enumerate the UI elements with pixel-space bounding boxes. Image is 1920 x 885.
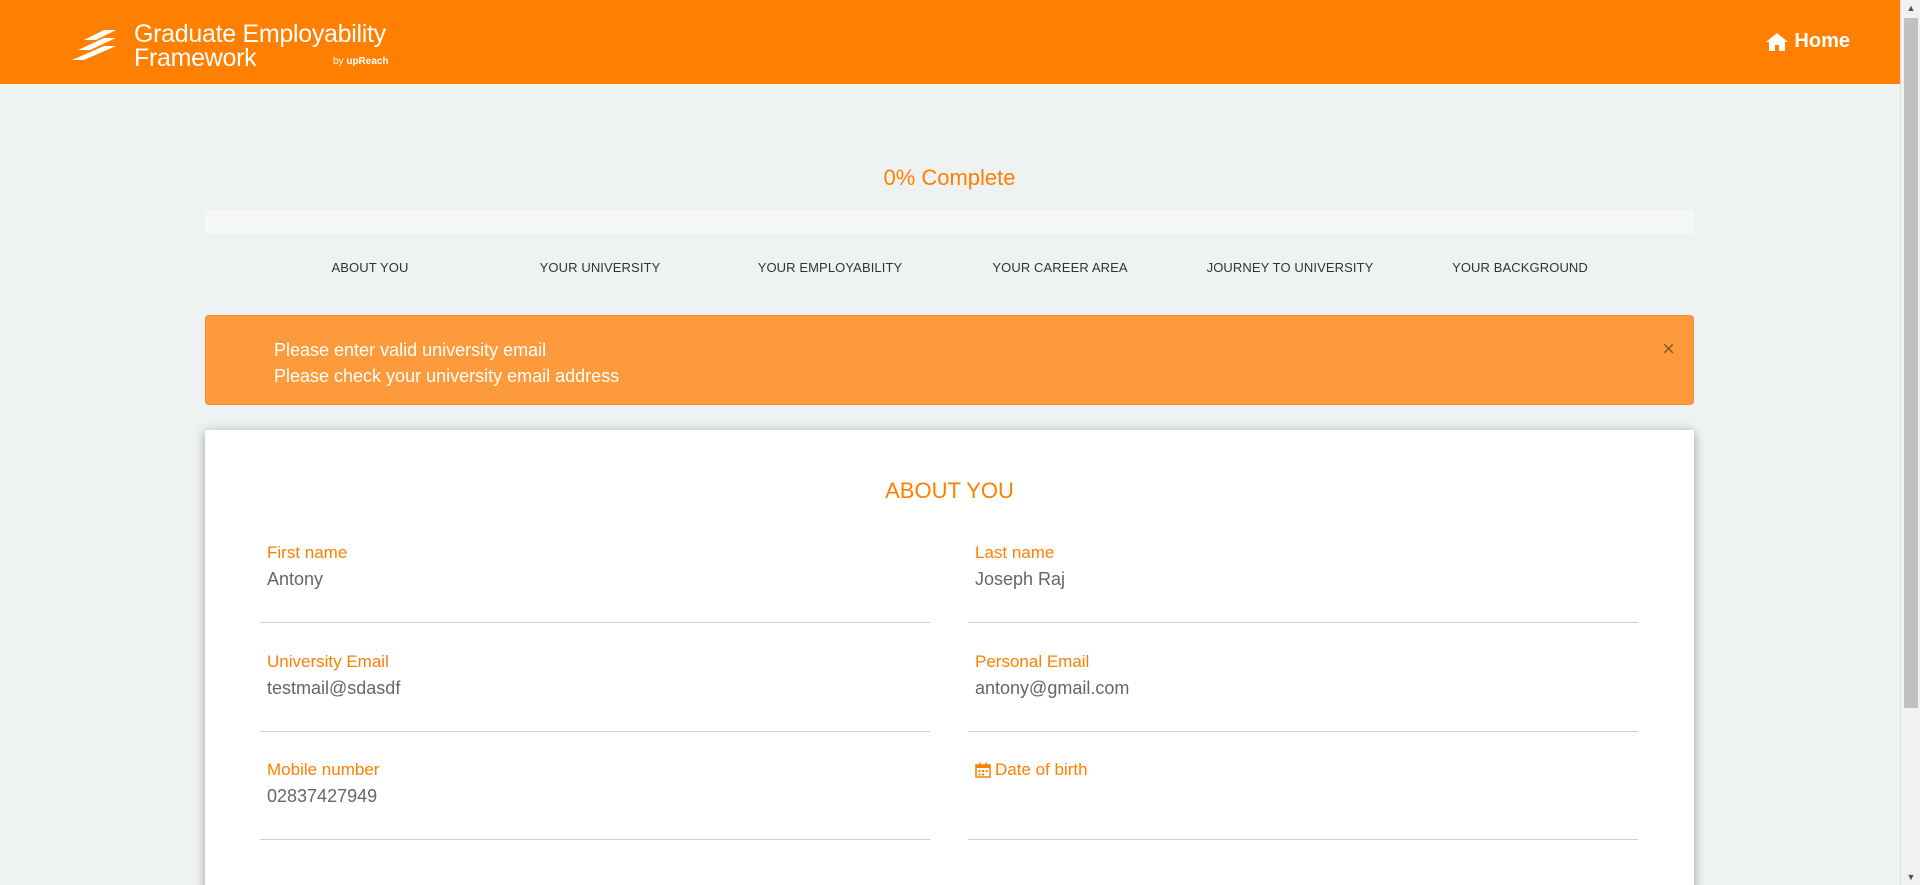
progress-bar — [205, 210, 1694, 234]
step-journey-to-university[interactable]: JOURNEY TO UNIVERSITY — [1175, 260, 1405, 275]
personal-email-field: Personal Email — [968, 652, 1638, 732]
scroll-thumb[interactable] — [1904, 18, 1918, 708]
progress-label: 0% Complete — [883, 165, 1016, 190]
home-link[interactable]: Home — [1766, 30, 1850, 53]
alert-message: Please enter valid university email — [274, 340, 547, 360]
home-link-label: Home — [1794, 30, 1850, 52]
validation-alert: Please enter valid university email Plea… — [205, 315, 1694, 405]
date-of-birth-input[interactable] — [975, 786, 1625, 807]
last-name-input[interactable] — [975, 569, 1625, 590]
alert-message: Please check your university email addre… — [274, 366, 620, 386]
alert-messages: Please enter valid university email Plea… — [274, 337, 619, 389]
step-your-background[interactable]: YOUR BACKGROUND — [1405, 260, 1635, 275]
university-email-input[interactable] — [267, 678, 917, 699]
date-of-birth-label: Date of birth — [995, 760, 1088, 779]
site-logo[interactable]: Graduate Employability Framework by upRe… — [70, 22, 400, 72]
university-email-field: University Email — [260, 652, 930, 732]
page-scrollbar[interactable]: ▲ ▼ — [1900, 0, 1920, 885]
calendar-icon — [975, 762, 991, 778]
scroll-down-arrow-icon[interactable]: ▼ — [1901, 869, 1920, 885]
about-you-form-card: ABOUT YOU First name Last name Universit… — [205, 430, 1694, 885]
top-header: Graduate Employability Framework by upRe… — [0, 0, 1900, 84]
logo-stripes-icon — [72, 30, 116, 60]
first-name-input[interactable] — [267, 569, 917, 590]
step-your-employability[interactable]: YOUR EMPLOYABILITY — [715, 260, 945, 275]
first-name-label: First name — [267, 543, 348, 562]
logo-title-line2: Framework — [134, 44, 257, 72]
step-your-career-area[interactable]: YOUR CAREER AREA — [945, 260, 1175, 275]
logo-byline: by upReach — [333, 56, 389, 67]
step-your-university[interactable]: YOUR UNIVERSITY — [485, 260, 715, 275]
last-name-label: Last name — [975, 543, 1055, 562]
logo-title-line1: Graduate Employability — [134, 20, 386, 48]
close-icon[interactable]: × — [1662, 336, 1675, 362]
step-navigation: ABOUT YOU YOUR UNIVERSITY YOUR EMPLOYABI… — [205, 260, 1694, 280]
date-of-birth-field: Date of birth — [968, 760, 1638, 840]
personal-email-label: Personal Email — [975, 652, 1090, 671]
date-of-birth-label-row: Date of birth — [975, 760, 1088, 780]
scroll-up-arrow-icon[interactable]: ▲ — [1901, 0, 1920, 16]
mobile-number-input[interactable] — [267, 786, 917, 807]
mobile-number-field: Mobile number — [260, 760, 930, 840]
home-icon — [1766, 32, 1789, 51]
logo-by-text: by — [333, 56, 344, 67]
first-name-field: First name — [260, 543, 930, 623]
mobile-number-label: Mobile number — [267, 760, 380, 779]
university-email-label: University Email — [267, 652, 389, 671]
form-section-title: ABOUT YOU — [885, 478, 1014, 503]
last-name-field: Last name — [968, 543, 1638, 623]
logo-by-brand: upReach — [346, 56, 389, 67]
personal-email-input[interactable] — [975, 678, 1625, 699]
step-about-you[interactable]: ABOUT YOU — [255, 260, 485, 275]
